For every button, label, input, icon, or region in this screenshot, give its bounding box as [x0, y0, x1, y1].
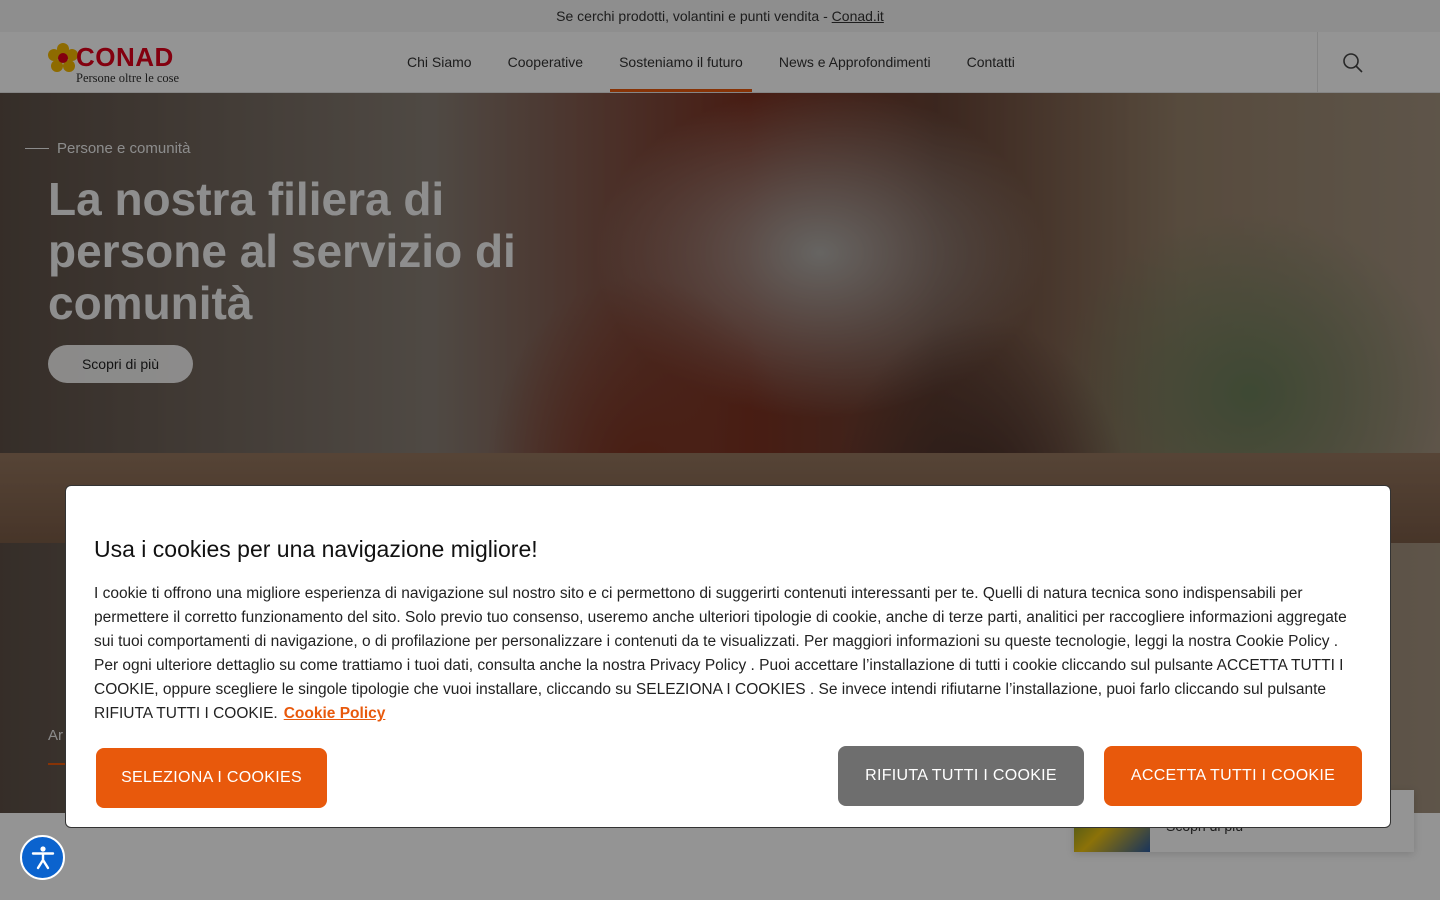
cookie-policy-link[interactable]: Cookie Policy: [284, 705, 386, 722]
cookie-dialog-body: I cookie ti offrono una migliore esperie…: [94, 582, 1366, 726]
accessibility-icon: [31, 846, 55, 870]
cookie-dialog-text: I cookie ti offrono una migliore esperie…: [94, 585, 1347, 722]
accessibility-button[interactable]: [20, 835, 65, 880]
reject-all-cookies-button[interactable]: RIFIUTA TUTTI I COOKIE: [838, 746, 1084, 806]
cookie-consent-dialog: Usa i cookies per una navigazione miglio…: [65, 485, 1391, 828]
select-cookies-button[interactable]: SELEZIONA I COOKIES: [96, 748, 327, 808]
accept-all-cookies-button[interactable]: ACCETTA TUTTI I COOKIE: [1104, 746, 1362, 806]
cookie-dialog-title: Usa i cookies per una navigazione miglio…: [94, 536, 538, 562]
